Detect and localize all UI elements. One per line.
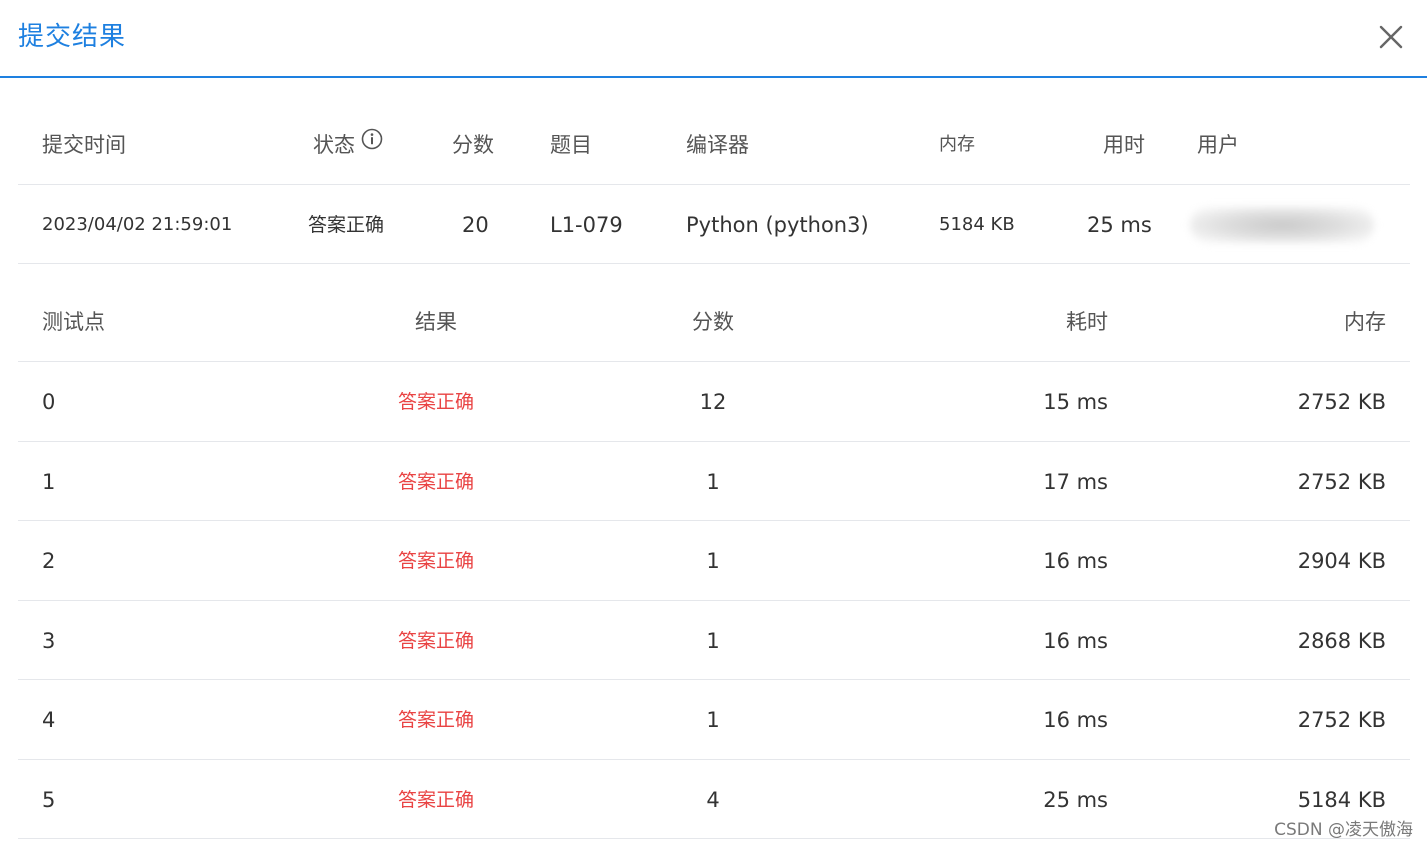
header-time: 用时 xyxy=(1103,133,1145,157)
table-row: 4 答案正确 1 16 ms 2752 KB xyxy=(18,680,1410,760)
test-point-time: 15 ms xyxy=(1043,390,1108,414)
test-point-index: 4 xyxy=(42,708,56,732)
memory-value: 5184 KB xyxy=(939,214,1015,235)
test-point-score: 12 xyxy=(699,390,727,414)
test-point-time: 25 ms xyxy=(1043,787,1108,812)
header-result: 结果 xyxy=(415,310,457,334)
header-status: 状态 xyxy=(313,106,383,185)
close-icon xyxy=(1379,25,1403,49)
header-elapsed: 耗时 xyxy=(1066,310,1108,334)
user-avatar-blurred xyxy=(1190,207,1374,243)
info-icon[interactable] xyxy=(361,104,383,182)
test-point-time: 16 ms xyxy=(1043,628,1108,653)
test-point-index: 3 xyxy=(42,628,56,653)
test-point-result: 答案正确 xyxy=(397,788,474,811)
score-value: 20 xyxy=(462,213,489,237)
header-compiler: 编译器 xyxy=(686,133,749,157)
test-point-index: 5 xyxy=(42,787,56,812)
dialog-header: 提交结果 xyxy=(0,0,1427,78)
table-row: 1 答案正确 1 17 ms 2752 KB xyxy=(18,442,1410,521)
test-point-score: 1 xyxy=(706,628,720,653)
test-point-memory: 2904 KB xyxy=(1297,549,1386,573)
header-point-score: 分数 xyxy=(692,310,734,334)
table-row: 0 答案正确 12 15 ms 2752 KB xyxy=(18,362,1410,442)
test-point-score: 1 xyxy=(706,708,720,732)
test-point-score: 1 xyxy=(706,469,720,494)
test-point-result: 答案正确 xyxy=(397,709,474,731)
test-point-memory: 2868 KB xyxy=(1297,628,1386,653)
header-status-label: 状态 xyxy=(313,133,355,157)
header-memory: 内存 xyxy=(939,134,975,155)
test-point-score: 1 xyxy=(706,549,720,573)
header-test-point: 测试点 xyxy=(42,310,105,334)
test-point-result: 答案正确 xyxy=(397,629,474,652)
header-score: 分数 xyxy=(452,133,494,157)
test-point-result: 答案正确 xyxy=(397,391,474,413)
test-points-table: 测试点 结果 分数 耗时 内存 0 答案正确 12 15 ms 2752 KB … xyxy=(18,283,1410,839)
header-submit-time: 提交时间 xyxy=(42,133,126,157)
test-point-memory: 2752 KB xyxy=(1297,469,1386,494)
submit-time: 2023/04/02 21:59:01 xyxy=(42,214,233,235)
header-problem: 题目 xyxy=(550,133,592,157)
test-point-index: 2 xyxy=(42,549,56,573)
test-point-time: 17 ms xyxy=(1043,469,1108,494)
compiler-value: Python (python3) xyxy=(686,213,869,237)
test-points-header-row: 测试点 结果 分数 耗时 内存 xyxy=(18,283,1410,362)
table-row: 2 答案正确 1 16 ms 2904 KB xyxy=(18,521,1410,601)
table-row: 3 答案正确 1 16 ms 2868 KB xyxy=(18,601,1410,680)
dialog-title: 提交结果 xyxy=(18,22,127,52)
test-point-score: 4 xyxy=(706,787,720,812)
test-point-result: 答案正确 xyxy=(397,550,474,572)
problem-link[interactable]: L1-079 xyxy=(550,185,623,265)
test-point-result: 答案正确 xyxy=(397,470,474,493)
test-point-index: 0 xyxy=(42,390,56,414)
table-row: 5 答案正确 4 25 ms 5184 KB xyxy=(18,760,1410,839)
summary-header-row: 提交时间 状态 分数 题目 编译器 内存 用时 用户 xyxy=(18,106,1410,185)
summary-row: 2023/04/02 21:59:01 答案正确 20 L1-079 Pytho… xyxy=(18,185,1410,264)
submission-summary-table: 提交时间 状态 分数 题目 编译器 内存 用时 用户 2023/04/02 21… xyxy=(18,106,1410,264)
watermark: CSDN @凌天傲海 xyxy=(1274,820,1413,840)
status-badge: 答案正确 xyxy=(308,214,385,236)
time-value: 25 ms xyxy=(1087,213,1152,237)
test-point-time: 16 ms xyxy=(1043,708,1108,732)
test-point-memory: 2752 KB xyxy=(1297,390,1386,414)
test-point-time: 16 ms xyxy=(1043,549,1108,573)
close-button[interactable] xyxy=(1370,16,1412,58)
test-point-memory: 2752 KB xyxy=(1297,708,1386,732)
test-point-index: 1 xyxy=(42,469,56,494)
header-user: 用户 xyxy=(1197,133,1239,157)
header-point-memory: 内存 xyxy=(1344,310,1386,334)
